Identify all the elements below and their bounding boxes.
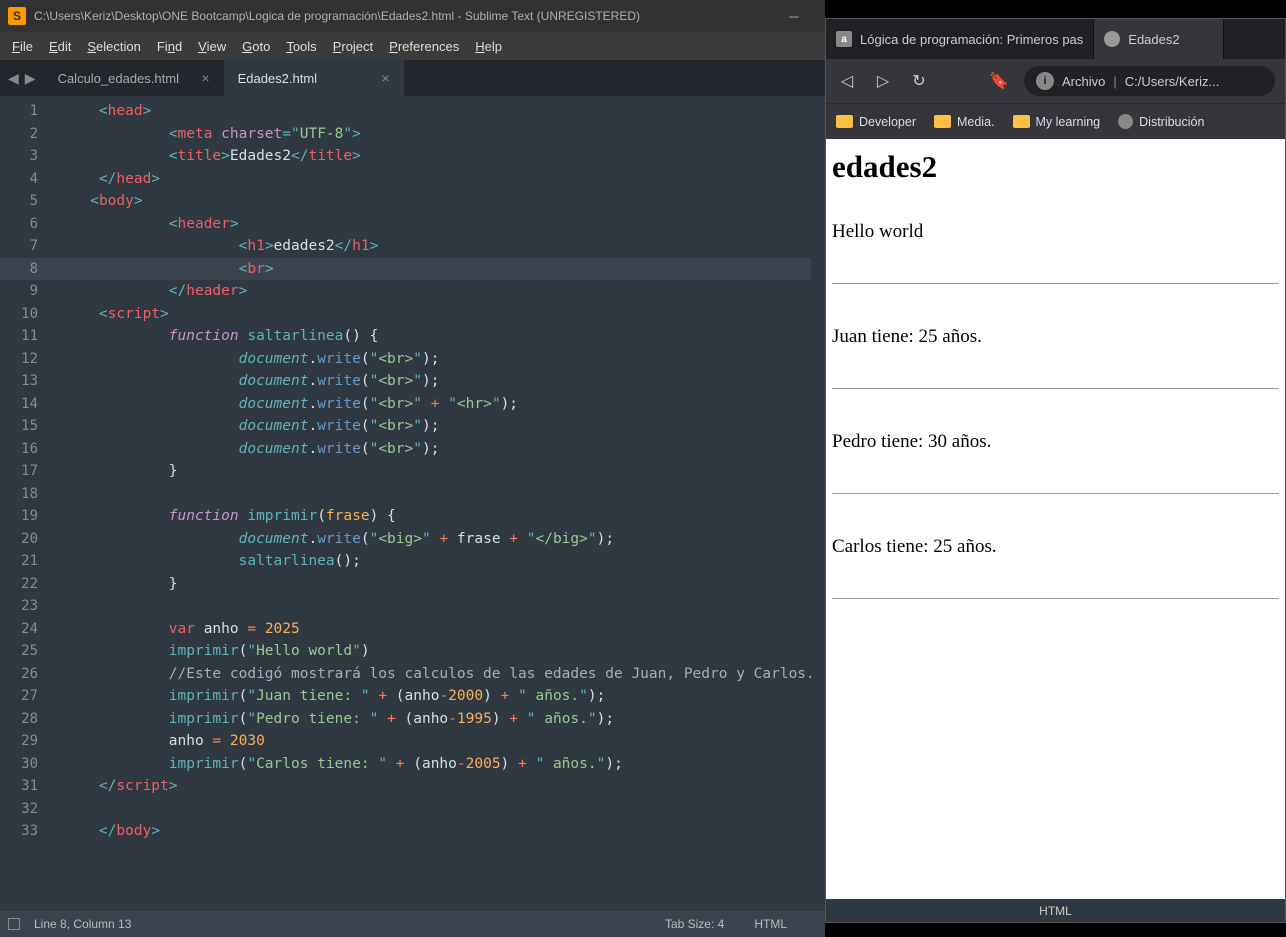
code-content[interactable]: <head> <meta charset="UTF-8"> <title>Eda… <box>50 96 811 911</box>
page-heading: edades2 <box>832 149 1279 185</box>
menu-selection[interactable]: Selection <box>79 35 148 58</box>
page-line: Hello world <box>832 221 923 242</box>
titlebar[interactable]: S C:\Users\Keriz\Desktop\ONE Bootcamp\Lo… <box>0 0 825 32</box>
forward-button[interactable]: ▷ <box>872 70 894 92</box>
page-line: Pedro tiene: 30 años. <box>832 431 991 452</box>
tab-nav-arrows[interactable]: ◀ ▶ <box>0 60 44 96</box>
window-title: C:\Users\Keriz\Desktop\ONE Bootcamp\Logi… <box>34 9 771 23</box>
tab-label: Edades2.html <box>238 71 318 86</box>
bookmark-icon[interactable]: 🔖 <box>988 70 1010 92</box>
editor-tab[interactable]: Calculo_edades.html × <box>44 60 224 96</box>
line-gutter: 1234567891011121314151617181920212223242… <box>0 96 50 911</box>
menu-file[interactable]: File <box>4 35 41 58</box>
minimap[interactable] <box>811 96 825 911</box>
tab-label: Calculo_edades.html <box>58 71 179 86</box>
tab-bar: ◀ ▶ Calculo_edades.html × Edades2.html × <box>0 60 825 96</box>
menu-view[interactable]: View <box>190 35 234 58</box>
sublime-logo-icon: S <box>8 7 26 25</box>
url-scheme: Archivo <box>1062 74 1105 89</box>
browser-tab-label: Edades2 <box>1128 32 1179 47</box>
close-icon[interactable]: × <box>201 70 209 86</box>
page-content: edades2 Hello world Juan tiene: 25 años. P… <box>826 139 1285 899</box>
status-language[interactable]: HTML <box>754 917 787 931</box>
minimize-button[interactable]: ─ <box>771 1 817 31</box>
url-path: C:/Users/Keriz... <box>1125 74 1220 89</box>
site-info-icon[interactable]: i <box>1036 72 1054 90</box>
menu-tools[interactable]: Tools <box>278 35 324 58</box>
menu-goto[interactable]: Goto <box>234 35 278 58</box>
folder-icon <box>1013 115 1030 128</box>
bookmarks-bar: Developer Media. My learning Distribución <box>826 103 1285 139</box>
globe-icon <box>1104 31 1120 47</box>
folder-icon <box>836 115 853 128</box>
page-line: Juan tiene: 25 años. <box>832 326 982 347</box>
status-cursor: Line 8, Column 13 <box>34 917 131 931</box>
menu-edit[interactable]: Edit <box>41 35 79 58</box>
bookmark-item[interactable]: Media. <box>934 115 995 129</box>
site-icon: a <box>836 31 852 47</box>
reload-button[interactable]: ↻ <box>908 70 930 92</box>
browser-window: a Lógica de programación: Primeros pas Eda… <box>825 18 1286 923</box>
bookmark-label: Distribución <box>1139 115 1204 129</box>
bookmark-label: My learning <box>1036 115 1101 129</box>
bookmark-item[interactable]: Distribución <box>1118 114 1204 129</box>
browser-status: HTML <box>826 899 1285 922</box>
menu-help[interactable]: Help <box>467 35 510 58</box>
bookmark-item[interactable]: My learning <box>1013 115 1101 129</box>
globe-icon <box>1118 114 1133 129</box>
bookmark-label: Developer <box>859 115 916 129</box>
tab-nav-right-icon[interactable]: ▶ <box>25 70 36 87</box>
browser-tab[interactable]: a Lógica de programación: Primeros pas <box>826 19 1094 59</box>
tab-nav-left-icon[interactable]: ◀ <box>8 70 19 87</box>
status-bar: Line 8, Column 13 Tab Size: 4 HTML <box>0 911 825 937</box>
browser-tab-label: Lógica de programación: Primeros pas <box>860 32 1083 47</box>
bookmark-label: Media. <box>957 115 995 129</box>
bookmark-item[interactable]: Developer <box>836 115 916 129</box>
close-icon[interactable]: × <box>381 70 389 86</box>
menu-bar: FileEditSelectionFindViewGotoToolsProjec… <box>0 32 825 60</box>
status-tab-size[interactable]: Tab Size: 4 <box>665 917 724 931</box>
status-toggle-icon[interactable] <box>8 918 20 930</box>
code-area[interactable]: 1234567891011121314151617181920212223242… <box>0 96 825 911</box>
address-bar: ◁ ▷ ↻ 🔖 i Archivo | C:/Users/Keriz... <box>826 59 1285 103</box>
folder-icon <box>934 115 951 128</box>
browser-tab-bar: a Lógica de programación: Primeros pas Eda… <box>826 19 1285 59</box>
back-button[interactable]: ◁ <box>836 70 858 92</box>
sublime-window: S C:\Users\Keriz\Desktop\ONE Bootcamp\Lo… <box>0 0 825 937</box>
page-line: Carlos tiene: 25 años. <box>832 536 997 557</box>
browser-tab[interactable]: Edades2 <box>1094 19 1224 59</box>
menu-project[interactable]: Project <box>325 35 381 58</box>
editor-tab[interactable]: Edades2.html × <box>224 60 404 96</box>
menu-find[interactable]: Find <box>149 35 190 58</box>
menu-preferences[interactable]: Preferences <box>381 35 467 58</box>
url-input[interactable]: i Archivo | C:/Users/Keriz... <box>1024 66 1275 96</box>
